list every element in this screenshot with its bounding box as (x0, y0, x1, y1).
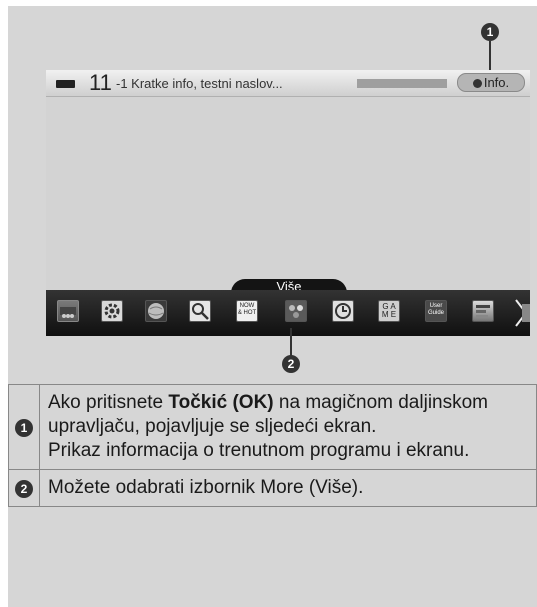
now-hot-icon[interactable]: NOW & HOT (236, 300, 258, 322)
callout-badge-1: 1 (481, 23, 499, 41)
clock-icon[interactable] (332, 300, 354, 322)
info-button-label: Info. (483, 75, 510, 90)
input-icon[interactable] (57, 300, 79, 322)
now-hot-label: NOW & HOT (237, 303, 257, 316)
info-button[interactable]: Info. (457, 73, 525, 92)
row-number-cell: 2 (8, 469, 40, 507)
smartshare-icon[interactable] (285, 300, 307, 322)
user-guide-icon[interactable]: User Guide (425, 300, 447, 322)
channel-number: 11 (89, 70, 112, 95)
callout-badge-2: 2 (282, 355, 300, 373)
manual-page: 1 11 -1 Kratke info, testni naslov... In… (8, 6, 537, 607)
table-row: 1 Ako pritisnete Točkić (OK) na magičnom… (8, 384, 537, 470)
channel-title: -1 Kratke info, testni naslov... (116, 76, 283, 91)
channel-type-icon (56, 80, 75, 88)
user-guide-label: User Guide (427, 303, 444, 316)
game-icon[interactable]: G A M E (378, 300, 400, 322)
callout-line-2 (290, 328, 292, 356)
game-label: G A M E (381, 302, 397, 319)
row-text: Ako pritisnete (48, 392, 169, 413)
scroll-right-arrow-icon[interactable] (513, 298, 530, 328)
more-menu-bar: NOW & HOT G A M E User Guide (46, 290, 530, 336)
row-text-line2: Prikaz informacija o trenutnom programu … (48, 440, 470, 461)
row-text: Možete odabrati izbornik More (Više). (48, 477, 364, 498)
table-row: 2 Možete odabrati izbornik More (Više). (8, 469, 537, 507)
row-number-badge: 2 (15, 480, 33, 498)
tv-screen: 11 -1 Kratke info, testni naslov... Info… (46, 70, 530, 336)
row-number-badge: 1 (15, 419, 33, 437)
row-description-cell: Ako pritisnete Točkić (OK) na magičnom d… (39, 384, 537, 470)
search-icon[interactable] (189, 300, 211, 322)
program-progress-bar (357, 79, 447, 88)
row-number-cell: 1 (8, 384, 40, 470)
description-table: 1 Ako pritisnete Točkić (OK) na magičnom… (8, 384, 537, 507)
row-description-cell: Možete odabrati izbornik More (Više). (39, 469, 537, 507)
info-icon (472, 79, 482, 88)
internet-globe-icon[interactable] (145, 300, 167, 322)
app-icon[interactable] (472, 300, 494, 322)
row-bold-text: Točkić (OK) (168, 392, 274, 413)
channel-info-bar: 11 -1 Kratke info, testni naslov... Info… (46, 70, 530, 97)
settings-icon[interactable] (101, 300, 123, 322)
